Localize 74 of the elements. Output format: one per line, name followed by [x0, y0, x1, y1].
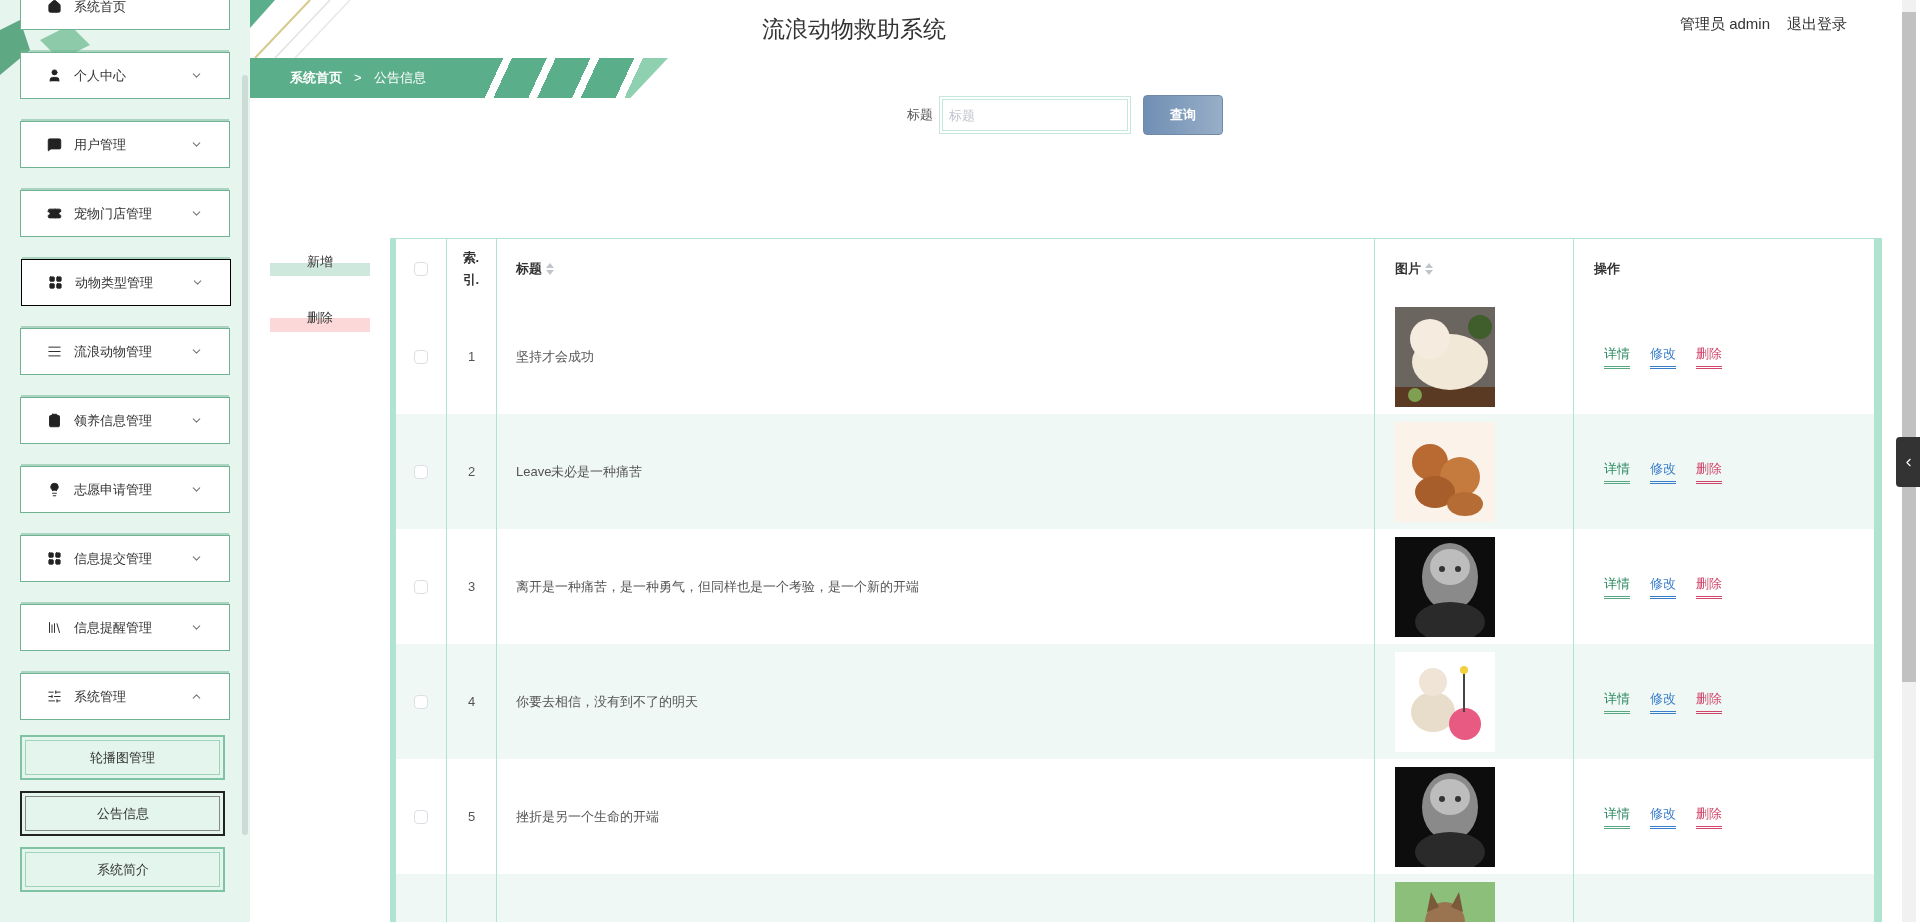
- menu-icon: [47, 689, 62, 704]
- search-button[interactable]: 查询: [1143, 95, 1223, 135]
- app-title: 流浪动物救助系统: [762, 15, 946, 44]
- action-link[interactable]: 详情: [1604, 689, 1630, 714]
- action-link[interactable]: 修改: [1650, 689, 1676, 714]
- search-field[interactable]: 标题: [939, 96, 1131, 134]
- action-link[interactable]: 修改: [1650, 459, 1676, 484]
- action-link[interactable]: 删除: [1696, 459, 1722, 484]
- checkbox[interactable]: [414, 464, 428, 479]
- menu-icon: [47, 413, 62, 428]
- menu-icon: [48, 275, 63, 290]
- menu-item[interactable]: 信息提醒管理: [20, 604, 230, 651]
- menu-icon: [47, 482, 62, 497]
- breadcrumb-separator: >: [354, 69, 362, 88]
- action-link[interactable]: 删除: [1696, 344, 1722, 369]
- checkbox[interactable]: [414, 579, 428, 594]
- checkbox[interactable]: [414, 694, 428, 709]
- table-cell-text: 3: [467, 577, 476, 596]
- action-link[interactable]: 详情: [1604, 804, 1630, 829]
- column-header: 图片: [1395, 260, 1421, 279]
- collapse-tab[interactable]: [1896, 437, 1920, 487]
- menu-item[interactable]: 系统管理: [20, 673, 230, 720]
- submenu-item[interactable]: 系统简介: [20, 847, 225, 892]
- table-cell-text: 你要去相信，没有到不了的明天: [516, 692, 698, 711]
- page-scrollbar[interactable]: [1902, 0, 1916, 922]
- action-link[interactable]: 详情: [1604, 574, 1630, 599]
- menu-item[interactable]: 用户管理: [20, 121, 230, 168]
- table-cell-text: Leave未必是一种痛苦: [516, 462, 643, 481]
- column-header: 操作: [1594, 260, 1620, 279]
- table-cell-text: 5: [467, 807, 476, 826]
- user-label: 管理员 admin: [1680, 14, 1771, 34]
- scrollbar[interactable]: [242, 75, 248, 835]
- submenu-item[interactable]: 公告信息: [20, 791, 225, 836]
- checkbox[interactable]: [414, 809, 428, 824]
- table-cell-text: 挫折是另一个生命的开端: [516, 807, 659, 826]
- table-cell-text: 离开是一种痛苦，是一种勇气，但同样也是一个考验，是一个新的开端: [516, 577, 919, 596]
- table-cell-text: 4: [467, 692, 476, 711]
- menu-icon: [47, 137, 62, 152]
- checkbox[interactable]: [414, 349, 428, 364]
- menu-item[interactable]: 志愿申请管理: [20, 466, 230, 513]
- menu-icon: [47, 0, 62, 14]
- menu-icon: [47, 620, 62, 635]
- action-link[interactable]: 详情: [1604, 344, 1630, 369]
- logout-link[interactable]: 退出登录: [1787, 13, 1847, 36]
- action-link[interactable]: 删除: [1696, 689, 1722, 714]
- menu-item[interactable]: 流浪动物管理: [20, 328, 230, 375]
- sort-icon[interactable]: [546, 263, 554, 275]
- column-header: 索.引.: [462, 249, 481, 289]
- action-link[interactable]: 删除: [1696, 804, 1722, 829]
- search-label: 标题: [907, 106, 933, 125]
- menu-icon: [47, 206, 62, 221]
- menu-item[interactable]: 宠物门店管理: [20, 190, 230, 237]
- breadcrumb-link[interactable]: 系统首页: [290, 68, 342, 88]
- menu-item[interactable]: 系统首页: [20, 0, 230, 30]
- menu-icon: [47, 344, 62, 359]
- action-link[interactable]: 修改: [1650, 804, 1676, 829]
- menu-item[interactable]: 信息提交管理: [20, 535, 230, 582]
- menu-icon: [47, 68, 62, 83]
- menu-item[interactable]: 个人中心: [20, 52, 230, 99]
- action-link[interactable]: 详情: [1604, 459, 1630, 484]
- table-cell-text: 坚持才会成功: [516, 347, 594, 366]
- table-cell-text: 2: [467, 462, 476, 481]
- submenu-item[interactable]: 轮播图管理: [20, 735, 225, 780]
- checkbox[interactable]: [414, 262, 428, 276]
- breadcrumb-link[interactable]: 公告信息: [373, 68, 426, 88]
- sort-icon[interactable]: [1425, 263, 1433, 275]
- table-cell-text: 1: [467, 347, 476, 366]
- column-header: 标题: [516, 260, 542, 279]
- menu-item[interactable]: 动物类型管理: [21, 259, 231, 306]
- menu-icon: [47, 551, 62, 566]
- action-link[interactable]: 删除: [1696, 574, 1722, 599]
- action-link[interactable]: 修改: [1650, 344, 1676, 369]
- action-link[interactable]: 修改: [1650, 574, 1676, 599]
- menu-item[interactable]: 领养信息管理: [20, 397, 230, 444]
